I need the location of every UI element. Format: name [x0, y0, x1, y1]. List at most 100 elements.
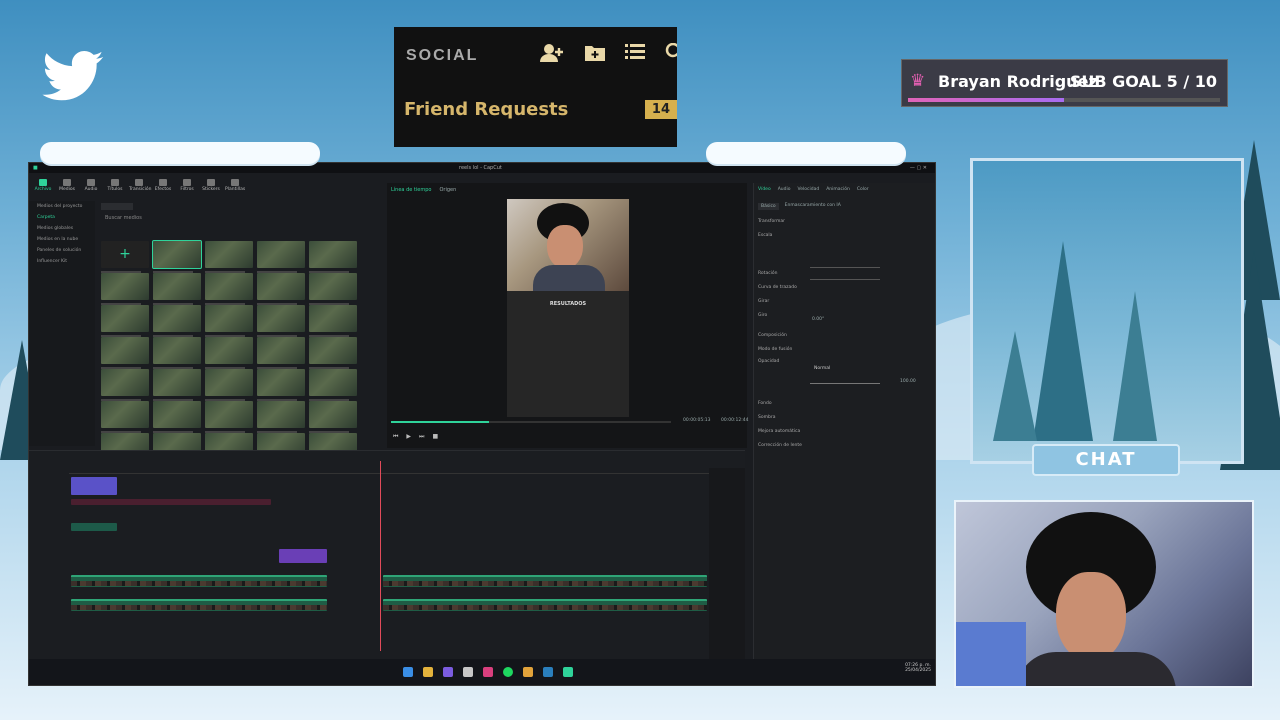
media-thumbnail[interactable] [257, 337, 305, 369]
properties-section-label[interactable]: Rotación [758, 271, 778, 276]
media-thumbnail[interactable] [257, 369, 305, 401]
media-thumbnail[interactable] [101, 337, 149, 369]
subtab-basic[interactable]: Básico [758, 203, 779, 210]
media-thumbnail[interactable] [101, 401, 149, 433]
tool-3[interactable]: Títulos [105, 177, 125, 199]
media-thumbnail[interactable] [153, 401, 201, 433]
media-thumbnail[interactable] [257, 241, 305, 273]
steam-icon[interactable] [543, 667, 553, 677]
media-thumbnail[interactable] [153, 273, 201, 305]
subtab-ai-mask[interactable]: Enmascaramiento con IA [785, 203, 841, 210]
media-thumbnail[interactable] [153, 305, 201, 337]
tab-source[interactable]: Origen [439, 187, 456, 193]
tool-5[interactable]: Efectos [153, 177, 173, 199]
add-friend-icon[interactable] [539, 43, 565, 68]
timeline-playhead[interactable] [380, 461, 381, 651]
properties-tab[interactable]: Vídeo [758, 187, 771, 192]
video-clip-track-1b[interactable] [383, 575, 707, 587]
video-clip-track-2b[interactable] [383, 599, 707, 611]
start-icon[interactable] [403, 667, 413, 677]
media-thumbnail[interactable] [309, 369, 357, 401]
properties-section-label[interactable]: Corrección de lente [758, 443, 802, 448]
stop-icon[interactable]: ■ [432, 433, 438, 441]
tool-7[interactable]: Stickers [201, 177, 221, 199]
tab-timeline[interactable]: Línea de tiempo [391, 187, 431, 193]
effect-clip[interactable] [71, 499, 271, 505]
scale-height-slider[interactable] [810, 279, 880, 280]
properties-section-label[interactable]: Composición [758, 333, 787, 338]
app-icon[interactable] [443, 667, 453, 677]
play-icon[interactable]: ▶ [406, 433, 411, 441]
properties-section-label[interactable]: Modo de fusión [758, 347, 792, 352]
app-icon[interactable] [463, 667, 473, 677]
next-frame-icon[interactable]: ⏭ [419, 433, 424, 441]
left-nav-item[interactable]: Influencer Kit [29, 256, 95, 267]
media-thumbnail[interactable] [205, 273, 253, 305]
media-thumbnail[interactable] [257, 401, 305, 433]
media-thumbnail[interactable] [309, 241, 357, 273]
tool-8[interactable]: Plantillas [225, 177, 245, 199]
media-thumbnail[interactable] [205, 241, 253, 273]
media-thumbnail[interactable] [152, 240, 202, 273]
properties-section-label[interactable]: Girar [758, 299, 769, 304]
app-icon[interactable] [523, 667, 533, 677]
left-nav-item[interactable]: Carpeta [29, 212, 95, 223]
list-icon[interactable] [625, 43, 645, 68]
search-icon[interactable] [665, 42, 681, 68]
timeline-ruler[interactable] [69, 465, 709, 474]
tool-1[interactable]: Medios [57, 177, 77, 199]
import-dropdown[interactable] [101, 203, 133, 210]
properties-tab[interactable]: Velocidad [798, 187, 820, 192]
media-thumbnail[interactable] [257, 273, 305, 305]
media-thumbnail[interactable] [205, 369, 253, 401]
left-nav-item[interactable]: Medios en la nube [29, 234, 95, 245]
window-controls[interactable]: — ▢ ✕ [910, 165, 927, 171]
properties-tab[interactable]: Animación [826, 187, 850, 192]
media-thumbnail[interactable] [309, 401, 357, 433]
properties-section-label[interactable]: Giro [758, 313, 767, 318]
tool-2[interactable]: Audio [81, 177, 101, 199]
media-thumbnail[interactable] [205, 337, 253, 369]
left-nav-item[interactable]: Medios del proyecto [29, 201, 95, 212]
properties-tab[interactable]: Color [857, 187, 869, 192]
video-clip-track-1[interactable] [71, 575, 327, 587]
blend-mode-select[interactable]: Normal [814, 366, 830, 371]
audio-clip[interactable] [71, 523, 117, 531]
properties-section-label[interactable]: Sombra [758, 415, 775, 420]
sticker-clip[interactable] [279, 549, 327, 563]
import-media-button[interactable]: + [101, 241, 149, 273]
file-explorer-icon[interactable] [423, 667, 433, 677]
media-thumbnail[interactable] [309, 273, 357, 305]
title-clip[interactable] [71, 477, 117, 495]
properties-section-label[interactable]: Curva de trazado [758, 285, 797, 290]
tool-4[interactable]: Transición [129, 177, 151, 199]
media-thumbnail[interactable] [257, 305, 305, 337]
opacity-slider[interactable] [810, 383, 880, 384]
properties-section-label[interactable]: Fondo [758, 401, 772, 406]
properties-section-label[interactable]: Transformar [758, 219, 785, 224]
media-thumbnail[interactable] [101, 369, 149, 401]
media-thumbnail[interactable] [309, 337, 357, 369]
media-thumbnail[interactable] [309, 305, 357, 337]
media-thumbnail[interactable] [153, 369, 201, 401]
properties-section-label[interactable]: Opacidad [758, 359, 779, 364]
opacity-value[interactable]: 100.00 [900, 379, 916, 384]
properties-section-label[interactable]: Mejora automática [758, 429, 800, 434]
capcut-icon[interactable] [563, 667, 573, 677]
properties-section-label[interactable]: Escala [758, 233, 772, 238]
folder-add-icon[interactable] [585, 43, 605, 68]
left-nav-item[interactable]: Medios globales [29, 223, 95, 234]
media-thumbnail[interactable] [205, 401, 253, 433]
scale-width-slider[interactable] [810, 267, 880, 268]
video-clip-track-2[interactable] [71, 599, 327, 611]
media-thumbnail[interactable] [205, 305, 253, 337]
spotify-icon[interactable] [503, 667, 513, 677]
preview-scrubber[interactable] [391, 421, 671, 423]
properties-tab[interactable]: Audio [778, 187, 791, 192]
media-thumbnail[interactable] [153, 337, 201, 369]
media-thumbnail[interactable] [101, 305, 149, 337]
friend-requests-label[interactable]: Friend Requests [404, 99, 568, 120]
tool-6[interactable]: Filtros [177, 177, 197, 199]
app-icon[interactable] [483, 667, 493, 677]
rotate-value[interactable]: 0.00° [812, 317, 824, 322]
